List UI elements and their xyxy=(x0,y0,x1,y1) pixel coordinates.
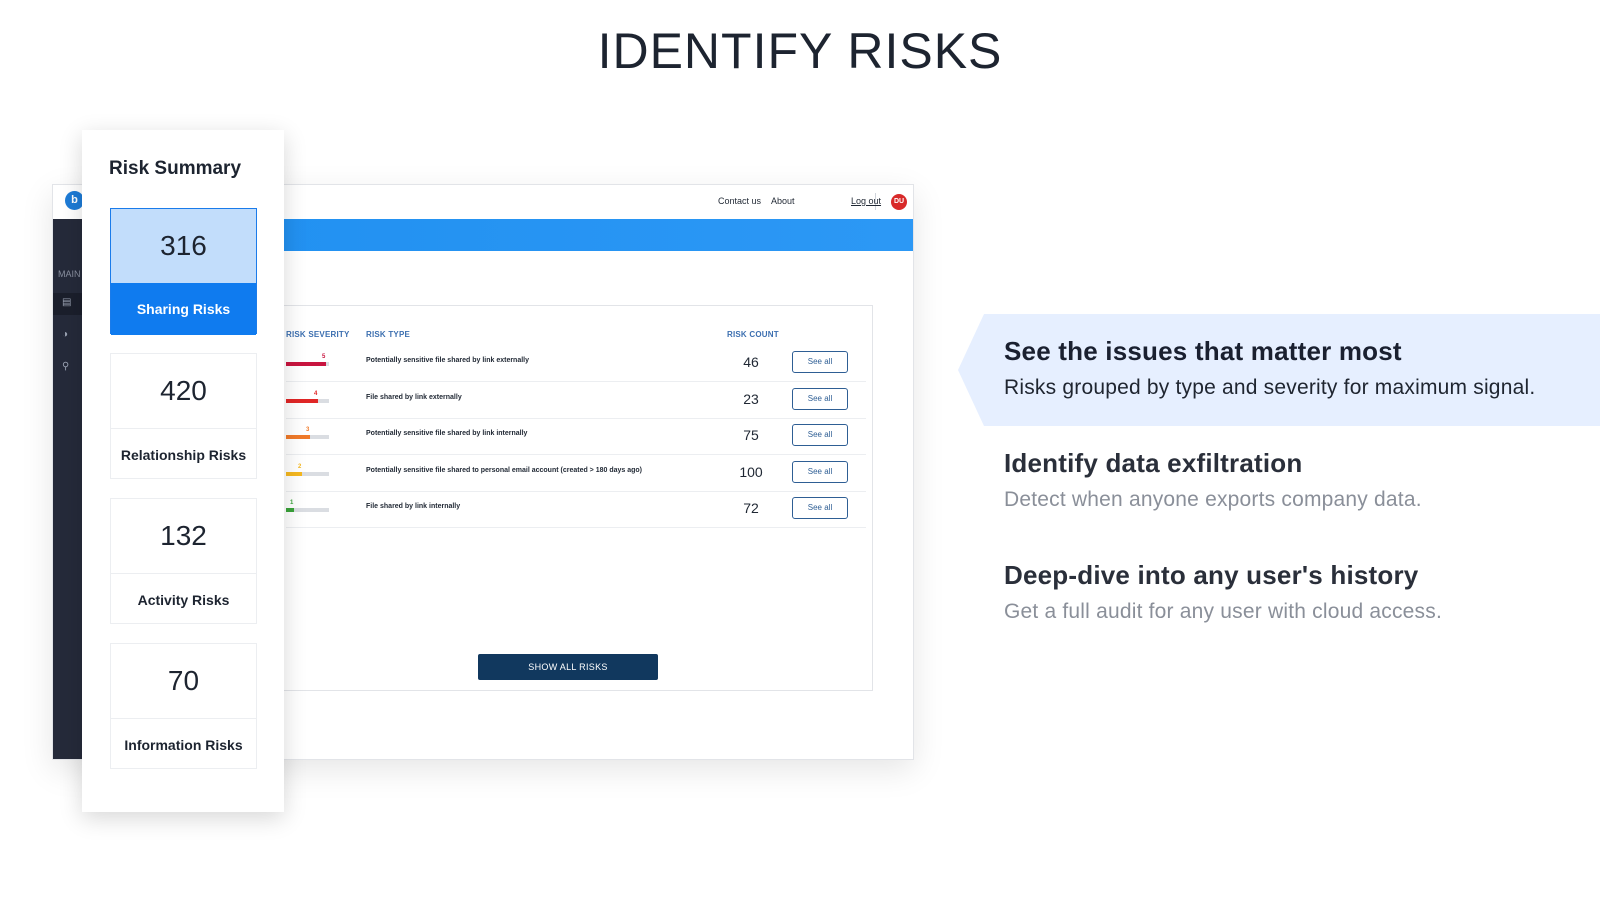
feature-item[interactable]: See the issues that matter most Risks gro… xyxy=(1004,336,1535,400)
risk-tile-label: Sharing Risks xyxy=(111,283,256,335)
risk-tile-count: 316 xyxy=(111,209,256,283)
severity-number: 3 xyxy=(306,427,310,433)
risk-tile-label: Relationship Risks xyxy=(111,428,256,480)
feature-title: Identify data exfiltration xyxy=(1004,448,1303,478)
table-row: 2 Potentially sensitive file shared to pe… xyxy=(286,456,866,492)
risk-tile-activity-risks[interactable]: 132 Activity Risks xyxy=(110,498,257,624)
see-all-button[interactable]: See all xyxy=(792,424,848,446)
severity-fill xyxy=(286,398,318,403)
severity-bar: 3 xyxy=(286,427,329,439)
risk-summary-title: Risk Summary xyxy=(109,158,242,179)
about-link[interactable]: About xyxy=(771,196,795,206)
risk-type: File shared by link externally xyxy=(366,393,462,401)
table-row: 3 Potentially sensitive file shared by li… xyxy=(286,419,866,455)
table-row: 1 File shared by link internally 72 See all xyxy=(286,492,866,528)
severity-bar: 5 xyxy=(286,354,329,366)
avatar[interactable]: DU xyxy=(891,194,907,210)
risk-tile-relationship-risks[interactable]: 420 Relationship Risks xyxy=(110,353,257,479)
col-header-type: RISK TYPE xyxy=(366,330,411,339)
severity-fill xyxy=(286,508,294,512)
page-title: IDENTIFY RISKS xyxy=(597,23,1003,79)
sidebar-section-label: MAIN xyxy=(58,269,81,279)
severity-number: 4 xyxy=(314,390,318,397)
risk-table-panel: RISK SEVERITY RISK TYPE RISK COUNT 5 Pote… xyxy=(279,305,873,691)
risk-count: 72 xyxy=(743,500,759,516)
severity-fill xyxy=(286,362,326,366)
feature-item[interactable]: Identify data exfiltration Detect when an… xyxy=(1004,448,1422,512)
see-all-button[interactable]: See all xyxy=(792,497,848,519)
risk-count: 46 xyxy=(743,354,759,370)
see-all-button[interactable]: See all xyxy=(792,387,848,410)
severity-fill xyxy=(286,471,302,476)
see-all-button[interactable]: See all xyxy=(792,351,848,373)
severity-number: 5 xyxy=(322,354,326,360)
feature-title: Deep-dive into any user's history xyxy=(1004,560,1419,590)
risk-type: File shared by link internally xyxy=(366,503,461,510)
dashboard-icon[interactable]: ◑ xyxy=(62,329,68,340)
risk-count: 75 xyxy=(743,427,759,443)
feature-description: Detect when anyone exports company data. xyxy=(1004,488,1422,511)
risk-summary-card: Risk Summary 316 Sharing Risks 420 Relation… xyxy=(82,130,284,812)
risk-tile-count: 132 xyxy=(160,520,207,551)
risk-type: Potentially sensitive file shared by lin… xyxy=(366,357,530,364)
feature-title: See the issues that matter most xyxy=(1004,336,1402,366)
severity-number: 1 xyxy=(290,500,294,506)
risk-count: 100 xyxy=(739,463,763,480)
col-header-count: RISK COUNT xyxy=(727,330,779,339)
risk-type: Potentially sensitive file shared by lin… xyxy=(366,430,528,437)
table-row: 4 File shared by link externally 23 See all xyxy=(286,383,866,419)
show-all-risks-button[interactable]: SHOW ALL RISKS xyxy=(478,654,658,680)
risk-tile-count: 70 xyxy=(167,665,200,696)
feature-description: Risks grouped by type and severity for m… xyxy=(1004,376,1536,399)
bar-chart-icon[interactable]: ▤ xyxy=(62,297,71,308)
app-sidebar: b MAIN ▤ ◑ ⚲ xyxy=(53,185,84,759)
severity-bar: 1 xyxy=(286,500,329,512)
risk-tile-sharing-risks[interactable]: 316 Sharing Risks xyxy=(110,208,257,335)
risk-tile-label: Information Risks xyxy=(111,718,256,770)
severity-bar: 4 xyxy=(286,391,329,403)
search-icon[interactable]: ⚲ xyxy=(62,361,69,372)
feature-description: Get a full audit for any user with cloud… xyxy=(1004,600,1442,623)
severity-fill xyxy=(286,435,310,439)
see-all-button[interactable]: See all xyxy=(792,460,848,483)
risk-count: 23 xyxy=(743,390,759,407)
severity-number: 2 xyxy=(298,463,302,470)
col-header-severity: RISK SEVERITY xyxy=(286,330,350,339)
logout-link[interactable]: Log out xyxy=(851,196,881,206)
risk-tile-count: 420 xyxy=(160,375,207,406)
severity-bar: 2 xyxy=(286,464,329,476)
feature-item[interactable]: Deep-dive into any user's history Get a f… xyxy=(1004,560,1442,624)
contact-link[interactable]: Contact us xyxy=(718,196,761,206)
table-row: 5 Potentially sensitive file shared by li… xyxy=(286,346,866,382)
risk-tile-information-risks[interactable]: 70 Information Risks xyxy=(110,643,257,769)
risk-type: Potentially sensitive file shared to per… xyxy=(366,466,643,474)
risk-tile-label: Activity Risks xyxy=(111,573,256,625)
